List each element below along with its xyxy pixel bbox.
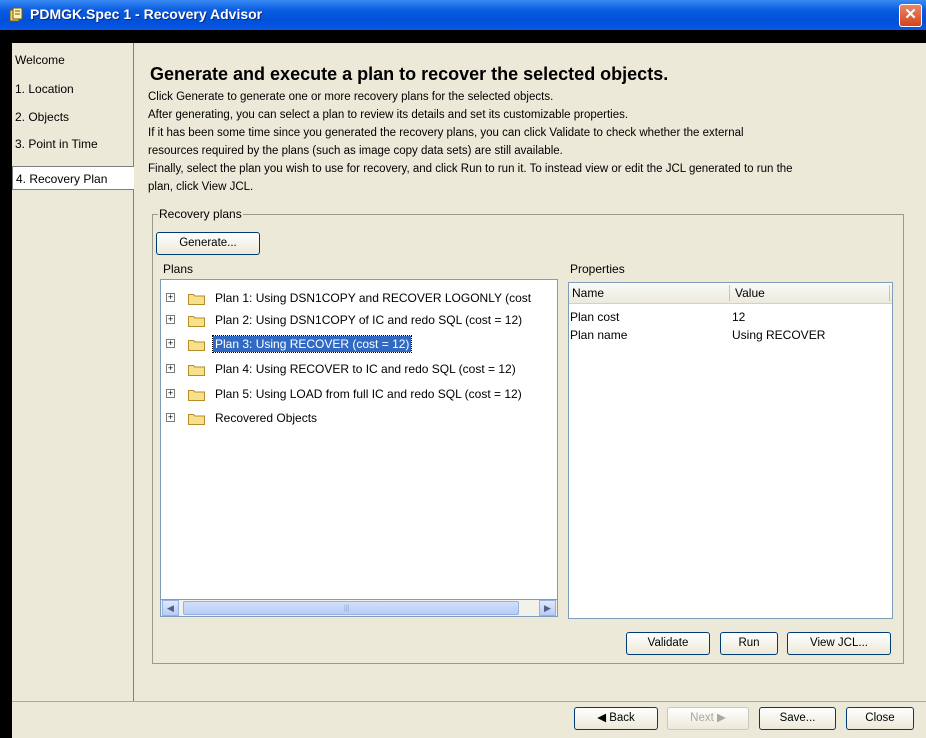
description-line: Click Generate to generate one or more r… [148,91,554,103]
expand-icon[interactable]: + [166,339,175,348]
column-separator[interactable] [729,285,730,301]
folder-icon [188,365,205,376]
plans-label: Plans [163,262,194,276]
nav-item-objects[interactable]: 2. Objects [12,105,133,129]
property-name: Plan name [570,328,628,342]
expand-icon[interactable]: + [166,413,175,422]
description-line: plan, click View JCL. [148,181,254,193]
close-icon: ✕ [904,6,917,23]
nav-item-recovery-plan[interactable]: 4. Recovery Plan [12,166,134,190]
plans-horizontal-scrollbar[interactable]: ◀ ||| ▶ [160,599,558,617]
arrow-right-icon: ▶ [544,603,551,613]
folder-icon [188,316,205,327]
app-icon [9,7,23,22]
table-row[interactable]: Plan cost 12 [569,309,892,327]
properties-table: Name Value Plan cost 12 Plan name Using … [568,282,893,619]
description-line: resources required by the plans (such as… [148,145,563,157]
save-button[interactable]: Save... [759,707,836,730]
back-button[interactable]: ◀ Back [574,707,658,730]
column-separator[interactable] [889,285,890,301]
close-window-button[interactable]: ✕ [899,4,922,27]
description-line: Finally, select the plan you wish to use… [148,163,793,175]
properties-label: Properties [570,262,625,276]
recovery-advisor-window: PDMGK.Spec 1 - Recovery Advisor ✕ Welcom… [0,0,926,738]
close-button[interactable]: Close [846,707,914,730]
validate-button[interactable]: Validate [626,632,710,655]
column-header-name[interactable]: Name [572,286,604,300]
title-bar[interactable]: PDMGK.Spec 1 - Recovery Advisor ✕ [0,0,926,30]
nav-item-point-in-time[interactable]: 3. Point in Time [12,132,133,156]
nav-item-welcome[interactable]: Welcome [12,48,133,72]
next-button[interactable]: Next ▶ [667,707,749,730]
plans-tree[interactable]: + Plan 1: Using DSN1COPY and RECOVER LOG… [160,279,558,617]
expand-icon[interactable]: + [166,389,175,398]
folder-icon [188,294,205,305]
description-line: If it has been some time since you gener… [148,127,744,139]
run-button[interactable]: Run [720,632,778,655]
arrow-left-icon: ◀ [167,603,174,613]
generate-button[interactable]: Generate... [156,232,260,255]
description-line: After generating, you can select a plan … [148,109,629,121]
property-name: Plan cost [570,310,620,324]
page-title: Generate and execute a plan to recover t… [150,64,669,84]
folder-icon [188,390,205,401]
scroll-right-button[interactable]: ▶ [539,600,556,616]
wizard-nav: Welcome 1. Location 2. Objects 3. Point … [12,43,134,701]
nav-item-location[interactable]: 1. Location [12,77,133,101]
view-jcl-button[interactable]: View JCL... [787,632,891,655]
expand-icon[interactable]: + [166,315,175,324]
footer-divider [12,701,926,702]
expand-icon[interactable]: + [166,293,175,302]
expand-icon[interactable]: + [166,364,175,373]
grip-icon: ||| [344,605,350,612]
folder-icon [188,340,205,351]
property-value: 12 [732,310,746,324]
recovery-plans-label: Recovery plans [158,207,243,221]
window-title: PDMGK.Spec 1 - Recovery Advisor [30,6,263,22]
column-header-value[interactable]: Value [735,286,765,300]
property-value: Using RECOVER [732,328,826,342]
scroll-left-button[interactable]: ◀ [162,600,179,616]
folder-icon [188,414,205,425]
properties-header: Name Value [569,283,892,304]
scroll-thumb[interactable]: ||| [183,601,519,615]
table-row[interactable]: Plan name Using RECOVER [569,327,892,345]
